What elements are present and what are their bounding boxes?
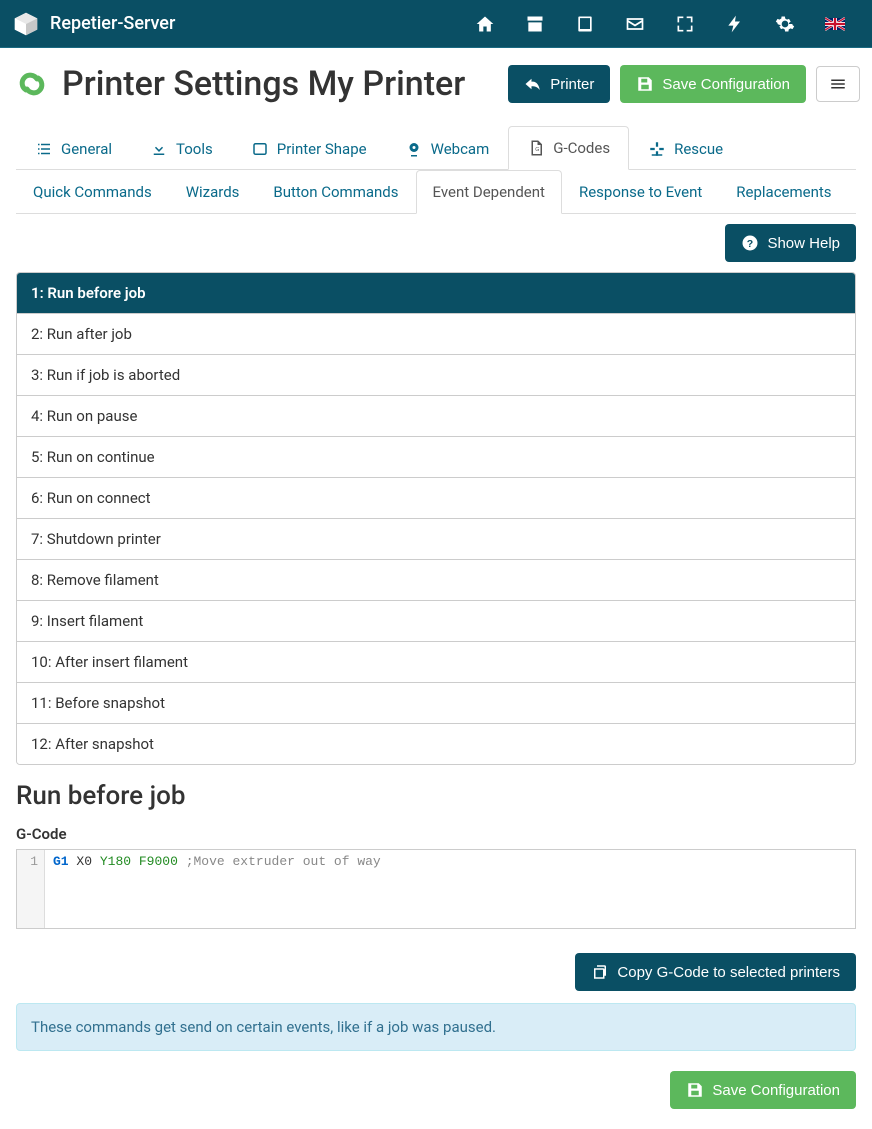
event-item-1[interactable]: 1: Run before job (17, 273, 855, 314)
tab-general-label: General (61, 140, 112, 158)
gear-icon[interactable] (760, 0, 810, 48)
event-item-4[interactable]: 4: Run on pause (17, 396, 855, 437)
file-code-icon: G (527, 139, 545, 157)
gcode-label: G-Code (16, 825, 856, 843)
tab-gcodes[interactable]: G G-Codes (508, 126, 629, 170)
save-icon (636, 75, 654, 93)
subtab-quick-commands[interactable]: Quick Commands (16, 170, 169, 214)
event-item-2[interactable]: 2: Run after job (17, 314, 855, 355)
shape-icon (251, 140, 269, 158)
tab-printer-shape-label: Printer Shape (277, 140, 367, 158)
code-area[interactable]: G1 X0 Y180 F9000 ;Move extruder out of w… (45, 850, 855, 928)
bolt-icon[interactable] (710, 0, 760, 48)
tab-printer-shape[interactable]: Printer Shape (232, 126, 386, 170)
copy-gcode-button[interactable]: Copy G-Code to selected printers (575, 953, 856, 991)
tab-general[interactable]: General (16, 126, 131, 170)
event-item-9[interactable]: 9: Insert filament (17, 601, 855, 642)
save-config-button-bottom[interactable]: Save Configuration (670, 1071, 856, 1109)
tab-tools[interactable]: Tools (131, 126, 232, 170)
event-item-7[interactable]: 7: Shutdown printer (17, 519, 855, 560)
svg-text:G: G (535, 147, 539, 153)
fullscreen-icon[interactable] (660, 0, 710, 48)
list-icon (35, 140, 53, 158)
sub-tabs: Quick Commands Wizards Button Commands E… (16, 170, 856, 214)
top-navbar: Repetier-Server (0, 0, 872, 48)
gcode-editor[interactable]: 1 G1 X0 Y180 F9000 ;Move extruder out of… (16, 849, 856, 929)
save-config-label: Save Configuration (662, 76, 790, 93)
svg-text:?: ? (747, 238, 753, 250)
tab-rescue-label: Rescue (674, 140, 723, 158)
printer-button-label: Printer (550, 76, 594, 93)
tab-gcodes-label: G-Codes (553, 139, 610, 157)
archive-icon[interactable] (510, 0, 560, 48)
language-flag[interactable] (810, 0, 860, 48)
tablet-icon[interactable] (560, 0, 610, 48)
event-list: 1: Run before job 2: Run after job 3: Ru… (16, 272, 856, 765)
event-item-6[interactable]: 6: Run on connect (17, 478, 855, 519)
page-header: Printer Settings My Printer Printer Save… (0, 48, 872, 114)
tab-rescue[interactable]: Rescue (629, 126, 742, 170)
brand[interactable]: Repetier-Server (12, 10, 175, 38)
rescue-icon (648, 140, 666, 158)
event-item-5[interactable]: 5: Run on continue (17, 437, 855, 478)
subtab-response-to-event[interactable]: Response to Event (562, 170, 719, 214)
page-title: Printer Settings My Printer (62, 64, 465, 104)
home-icon[interactable] (460, 0, 510, 48)
show-help-button[interactable]: ? Show Help (725, 224, 856, 262)
main-tabs: General Tools Printer Shape Webcam G G-C… (16, 114, 856, 170)
event-detail-title: Run before job (16, 781, 856, 811)
event-item-12[interactable]: 12: After snapshot (17, 724, 855, 764)
show-help-label: Show Help (767, 235, 840, 252)
event-item-3[interactable]: 3: Run if job is aborted (17, 355, 855, 396)
info-box: These commands get send on certain event… (16, 1003, 856, 1051)
gutter: 1 (17, 850, 45, 928)
tab-webcam[interactable]: Webcam (386, 126, 509, 170)
save-config-bottom-label: Save Configuration (712, 1082, 840, 1099)
subtab-button-commands[interactable]: Button Commands (256, 170, 415, 214)
webcam-icon (405, 140, 423, 158)
mail-icon[interactable] (610, 0, 660, 48)
menu-toggle-button[interactable] (816, 66, 860, 102)
tab-webcam-label: Webcam (431, 140, 490, 158)
subtab-wizards[interactable]: Wizards (169, 170, 257, 214)
brand-label: Repetier-Server (50, 13, 175, 34)
download-icon (150, 140, 168, 158)
event-item-10[interactable]: 10: After insert filament (17, 642, 855, 683)
event-item-11[interactable]: 11: Before snapshot (17, 683, 855, 724)
save-icon (686, 1081, 704, 1099)
navbar-icons (460, 0, 860, 48)
logo-icon (12, 10, 40, 38)
save-config-button-top[interactable]: Save Configuration (620, 65, 806, 103)
hamburger-icon (829, 75, 847, 93)
event-detail-section: Run before job G-Code 1 G1 X0 Y180 F9000… (0, 765, 872, 945)
copy-gcode-label: Copy G-Code to selected printers (617, 964, 840, 981)
event-item-8[interactable]: 8: Remove filament (17, 560, 855, 601)
copy-icon (591, 963, 609, 981)
link-icon (12, 64, 52, 104)
subtab-replacements[interactable]: Replacements (719, 170, 848, 214)
tab-tools-label: Tools (176, 140, 213, 158)
reply-icon (524, 75, 542, 93)
help-icon: ? (741, 234, 759, 252)
subtab-event-dependent[interactable]: Event Dependent (416, 170, 562, 214)
info-text: These commands get send on certain event… (31, 1018, 496, 1036)
printer-button[interactable]: Printer (508, 65, 610, 103)
